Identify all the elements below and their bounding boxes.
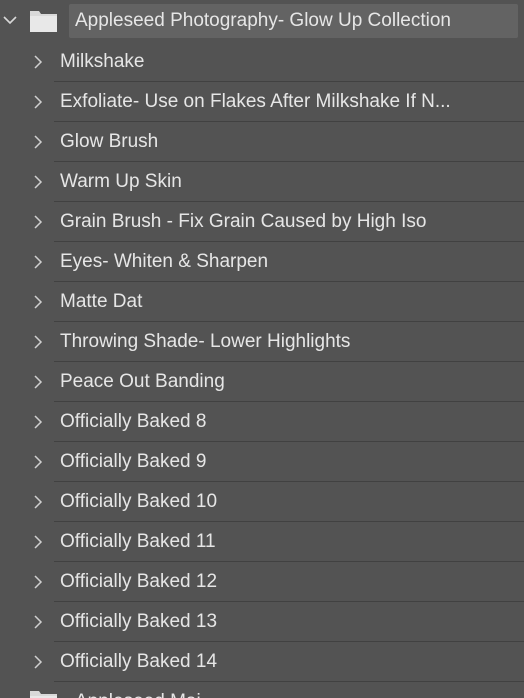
chevron-right-icon[interactable] xyxy=(31,294,45,310)
action-row[interactable]: Exfoliate- Use on Flakes After Milkshake… xyxy=(0,82,524,122)
chevron-right-icon[interactable] xyxy=(31,374,45,390)
action-label: Officially Baked 12 xyxy=(60,571,218,592)
chevron-right-icon[interactable] xyxy=(31,174,45,190)
chevron-right-icon[interactable] xyxy=(31,134,45,150)
action-label: Exfoliate- Use on Flakes After Milkshake… xyxy=(60,91,451,112)
action-row[interactable]: Officially Baked 11 xyxy=(0,522,524,562)
action-label: Peace Out Banding xyxy=(60,371,225,392)
action-row[interactable]: Officially Baked 12 xyxy=(0,562,524,602)
chevron-right-icon[interactable] xyxy=(31,334,45,350)
action-row[interactable]: Warm Up Skin xyxy=(0,162,524,202)
action-label: Officially Baked 11 xyxy=(60,531,216,552)
action-row[interactable]: Officially Baked 10 xyxy=(0,482,524,522)
action-set-name[interactable]: Appleseed Photography- Glow Up Collectio… xyxy=(69,4,518,38)
action-row[interactable]: Throwing Shade- Lower Highlights xyxy=(0,322,524,362)
action-label: Grain Brush - Fix Grain Caused by High I… xyxy=(60,211,427,232)
action-list: Milkshake Exfoliate- Use on Flakes After … xyxy=(0,42,524,682)
folder-icon xyxy=(30,691,57,698)
action-label: Milkshake xyxy=(60,51,145,72)
action-row[interactable]: Grain Brush - Fix Grain Caused by High I… xyxy=(0,202,524,242)
chevron-right-icon[interactable] xyxy=(31,494,45,510)
chevron-right-icon[interactable] xyxy=(31,94,45,110)
action-row[interactable]: Officially Baked 14 xyxy=(0,642,524,682)
next-action-set-name[interactable]: Appleseed Mai... xyxy=(75,682,217,698)
action-label: Warm Up Skin xyxy=(60,171,182,192)
action-label: Eyes- Whiten & Sharpen xyxy=(60,251,269,272)
chevron-right-icon[interactable] xyxy=(31,214,45,230)
chevron-right-icon[interactable] xyxy=(31,454,45,470)
chevron-right-icon[interactable] xyxy=(31,54,45,70)
action-label: Officially Baked 8 xyxy=(60,411,207,432)
action-row[interactable]: Peace Out Banding xyxy=(0,362,524,402)
action-label: Officially Baked 9 xyxy=(60,451,207,472)
action-label: Officially Baked 14 xyxy=(60,651,218,672)
action-set-row[interactable]: Appleseed Photography- Glow Up Collectio… xyxy=(0,0,524,42)
action-row[interactable]: Glow Brush xyxy=(0,122,524,162)
actions-panel: Appleseed Photography- Glow Up Collectio… xyxy=(0,0,524,698)
action-row[interactable]: Eyes- Whiten & Sharpen xyxy=(0,242,524,282)
chevron-right-icon[interactable] xyxy=(31,614,45,630)
action-row[interactable]: Milkshake xyxy=(0,42,524,82)
action-label: Officially Baked 10 xyxy=(60,491,218,512)
chevron-right-icon[interactable] xyxy=(31,254,45,270)
action-row[interactable]: Matte Dat xyxy=(0,282,524,322)
action-row[interactable]: Officially Baked 8 xyxy=(0,402,524,442)
chevron-right-icon[interactable] xyxy=(31,414,45,430)
action-label: Officially Baked 13 xyxy=(60,611,218,632)
chevron-right-icon[interactable] xyxy=(31,534,45,550)
chevron-down-icon[interactable] xyxy=(2,12,18,28)
next-action-set-row[interactable]: Appleseed Mai... xyxy=(0,682,524,698)
chevron-right-icon[interactable] xyxy=(31,654,45,670)
action-label: Glow Brush xyxy=(60,131,159,152)
chevron-right-icon[interactable] xyxy=(31,574,45,590)
action-label: Throwing Shade- Lower Highlights xyxy=(60,331,351,352)
action-row[interactable]: Officially Baked 9 xyxy=(0,442,524,482)
action-label: Matte Dat xyxy=(60,291,143,312)
folder-icon xyxy=(30,11,57,32)
action-row[interactable]: Officially Baked 13 xyxy=(0,602,524,642)
